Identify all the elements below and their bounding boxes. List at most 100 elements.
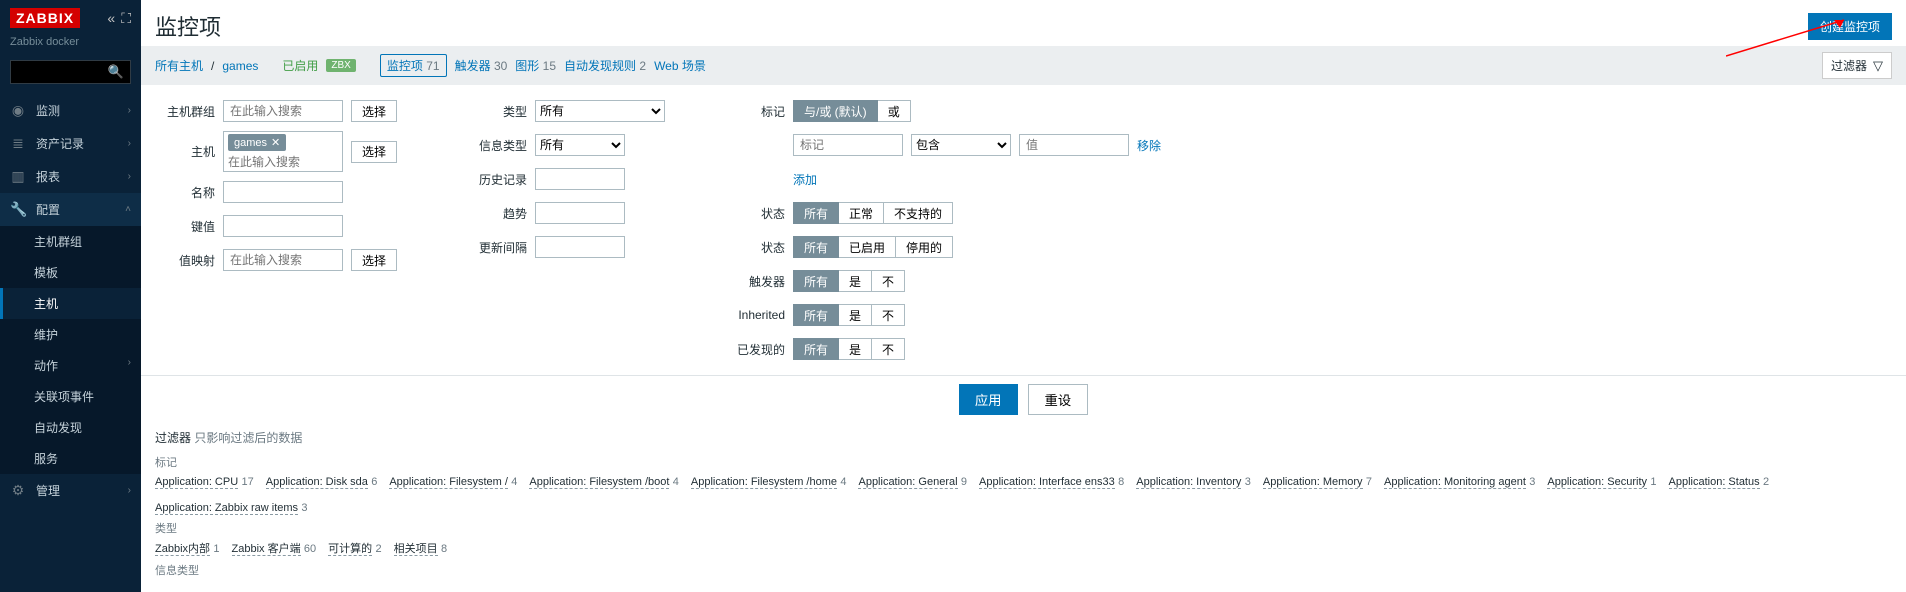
tag-mode-group[interactable]: 与/或 (默认) 或: [793, 100, 911, 122]
triggers-no[interactable]: 不: [872, 270, 905, 292]
sub-maintenance[interactable]: 维护: [0, 319, 141, 350]
fullscreen-icon[interactable]: ⛶: [121, 10, 131, 27]
sf-tag[interactable]: Application: Inventory: [1136, 476, 1241, 489]
sf-tag[interactable]: Application: Monitoring agent: [1384, 476, 1526, 489]
reset-button[interactable]: 重设: [1028, 384, 1089, 415]
bc-all-hosts[interactable]: 所有主机: [155, 57, 203, 74]
create-item-button[interactable]: 创建监控项: [1808, 13, 1892, 40]
collapse-icon[interactable]: «: [107, 10, 115, 27]
select-type[interactable]: 所有: [535, 100, 665, 122]
tag-add-link[interactable]: 添加: [793, 171, 817, 188]
tag-mode-or[interactable]: 或: [878, 100, 911, 122]
sf-tag[interactable]: Application: Status: [1669, 476, 1760, 489]
sf-type[interactable]: Zabbix 客户端: [232, 543, 301, 556]
discovered-no[interactable]: 不: [872, 338, 905, 360]
bc-tab-discovery[interactable]: 自动发现规则 2: [564, 57, 646, 74]
sf-tag[interactable]: Application: Filesystem /home: [691, 476, 837, 489]
select-hosts-button[interactable]: 选择: [351, 141, 397, 163]
select-hostgroups-button[interactable]: 选择: [351, 100, 397, 122]
select-valuemap-button[interactable]: 选择: [351, 249, 397, 271]
label-infotype: 信息类型: [457, 137, 527, 154]
status-enabled[interactable]: 已启用: [839, 236, 896, 258]
sf-type[interactable]: 可计算的: [328, 543, 372, 556]
sf-tag[interactable]: Application: Memory: [1263, 476, 1363, 489]
bc-host[interactable]: games: [222, 59, 258, 73]
bc-tab-graphs[interactable]: 图形 15: [515, 57, 556, 74]
sub-services[interactable]: 服务: [0, 443, 141, 474]
chevron-right-icon: ›: [128, 485, 131, 496]
state-unsupported[interactable]: 不支持的: [884, 202, 953, 224]
discovered-yes[interactable]: 是: [839, 338, 872, 360]
sf-tag[interactable]: Application: Security: [1547, 476, 1647, 489]
tag-mode-andor[interactable]: 与/或 (默认): [793, 100, 878, 122]
sub-correlation[interactable]: 关联项事件: [0, 381, 141, 412]
sub-discovery[interactable]: 自动发现: [0, 412, 141, 443]
discovered-group[interactable]: 所有 是 不: [793, 338, 905, 360]
triggers-all[interactable]: 所有: [793, 270, 839, 292]
host-chip[interactable]: games ✕: [228, 134, 286, 151]
select-infotype[interactable]: 所有: [535, 134, 625, 156]
sf-tag[interactable]: Application: Zabbix raw items: [155, 502, 298, 515]
sf-tag[interactable]: Application: General: [858, 476, 957, 489]
sub-hosts[interactable]: 主机: [0, 288, 141, 319]
bc-tab-items[interactable]: 监控项 71: [380, 54, 447, 77]
titlebar: 监控项 创建监控项: [141, 0, 1906, 46]
list-icon: ≣: [10, 135, 26, 152]
bc-tab-triggers[interactable]: 触发器 30: [455, 57, 508, 74]
input-hosts[interactable]: games ✕: [223, 131, 343, 172]
nav-monitoring[interactable]: ◉ 监测 ›: [0, 94, 141, 127]
input-hostgroups[interactable]: [223, 100, 343, 122]
input-tag-name[interactable]: [793, 134, 903, 156]
sub-templates[interactable]: 模板: [0, 257, 141, 288]
close-icon[interactable]: ✕: [271, 136, 280, 149]
select-tag-op[interactable]: 包含: [911, 134, 1011, 156]
input-trends[interactable]: [535, 202, 625, 224]
tag-remove-link[interactable]: 移除: [1137, 137, 1161, 154]
triggers-yes[interactable]: 是: [839, 270, 872, 292]
bc-tab-web[interactable]: Web 场景: [654, 57, 706, 74]
inherited-no[interactable]: 不: [872, 304, 905, 326]
input-name[interactable]: [223, 181, 343, 203]
input-hosts-text[interactable]: [228, 155, 338, 169]
label-trends: 趋势: [457, 205, 527, 222]
status-group[interactable]: 所有 已启用 停用的: [793, 236, 953, 258]
logo[interactable]: ZABBIX: [10, 8, 80, 28]
input-tag-value[interactable]: [1019, 134, 1129, 156]
state-all[interactable]: 所有: [793, 202, 839, 224]
state-group[interactable]: 所有 正常 不支持的: [793, 202, 953, 224]
sf-tag[interactable]: Application: CPU: [155, 476, 238, 489]
nav-inventory[interactable]: ≣ 资产记录 ›: [0, 127, 141, 160]
state-normal[interactable]: 正常: [839, 202, 884, 224]
sf-type[interactable]: Zabbix内部: [155, 543, 210, 556]
nav-admin[interactable]: ⚙ 管理 ›: [0, 474, 141, 507]
filter-toggle[interactable]: 过滤器 ▽: [1822, 52, 1892, 79]
sf-type[interactable]: 相关项目: [394, 543, 438, 556]
status-disabled[interactable]: 停用的: [896, 236, 953, 258]
sf-tag[interactable]: Application: Disk sda: [266, 476, 368, 489]
sidebar-header: ZABBIX « ⛶: [0, 0, 141, 36]
inherited-yes[interactable]: 是: [839, 304, 872, 326]
input-history[interactable]: [535, 168, 625, 190]
nav-configuration[interactable]: 🔧 配置 ˄: [0, 193, 141, 226]
apply-button[interactable]: 应用: [959, 384, 1018, 415]
input-interval[interactable]: [535, 236, 625, 258]
input-valuemap[interactable]: [223, 249, 343, 271]
global-search[interactable]: 🔍: [10, 60, 131, 84]
sf-tag[interactable]: Application: Filesystem /boot: [529, 476, 669, 489]
bc-zbx-badge[interactable]: ZBX: [326, 59, 355, 72]
triggers-group[interactable]: 所有 是 不: [793, 270, 905, 292]
search-icon[interactable]: 🔍: [108, 64, 124, 80]
sf-tag[interactable]: Application: Filesystem /: [389, 476, 508, 489]
input-key[interactable]: [223, 215, 343, 237]
sub-hostgroups[interactable]: 主机群组: [0, 226, 141, 257]
brand-subtitle: Zabbix docker: [0, 36, 141, 56]
nav-reports[interactable]: ▥ 报表 ›: [0, 160, 141, 193]
status-all[interactable]: 所有: [793, 236, 839, 258]
sub-actions[interactable]: 动作 ›: [0, 350, 141, 381]
inherited-group[interactable]: 所有 是 不: [793, 304, 905, 326]
sf-tag[interactable]: Application: Interface ens33: [979, 476, 1115, 489]
search-input[interactable]: [17, 65, 108, 79]
discovered-all[interactable]: 所有: [793, 338, 839, 360]
inherited-all[interactable]: 所有: [793, 304, 839, 326]
label-discovered: 已发现的: [725, 341, 785, 358]
